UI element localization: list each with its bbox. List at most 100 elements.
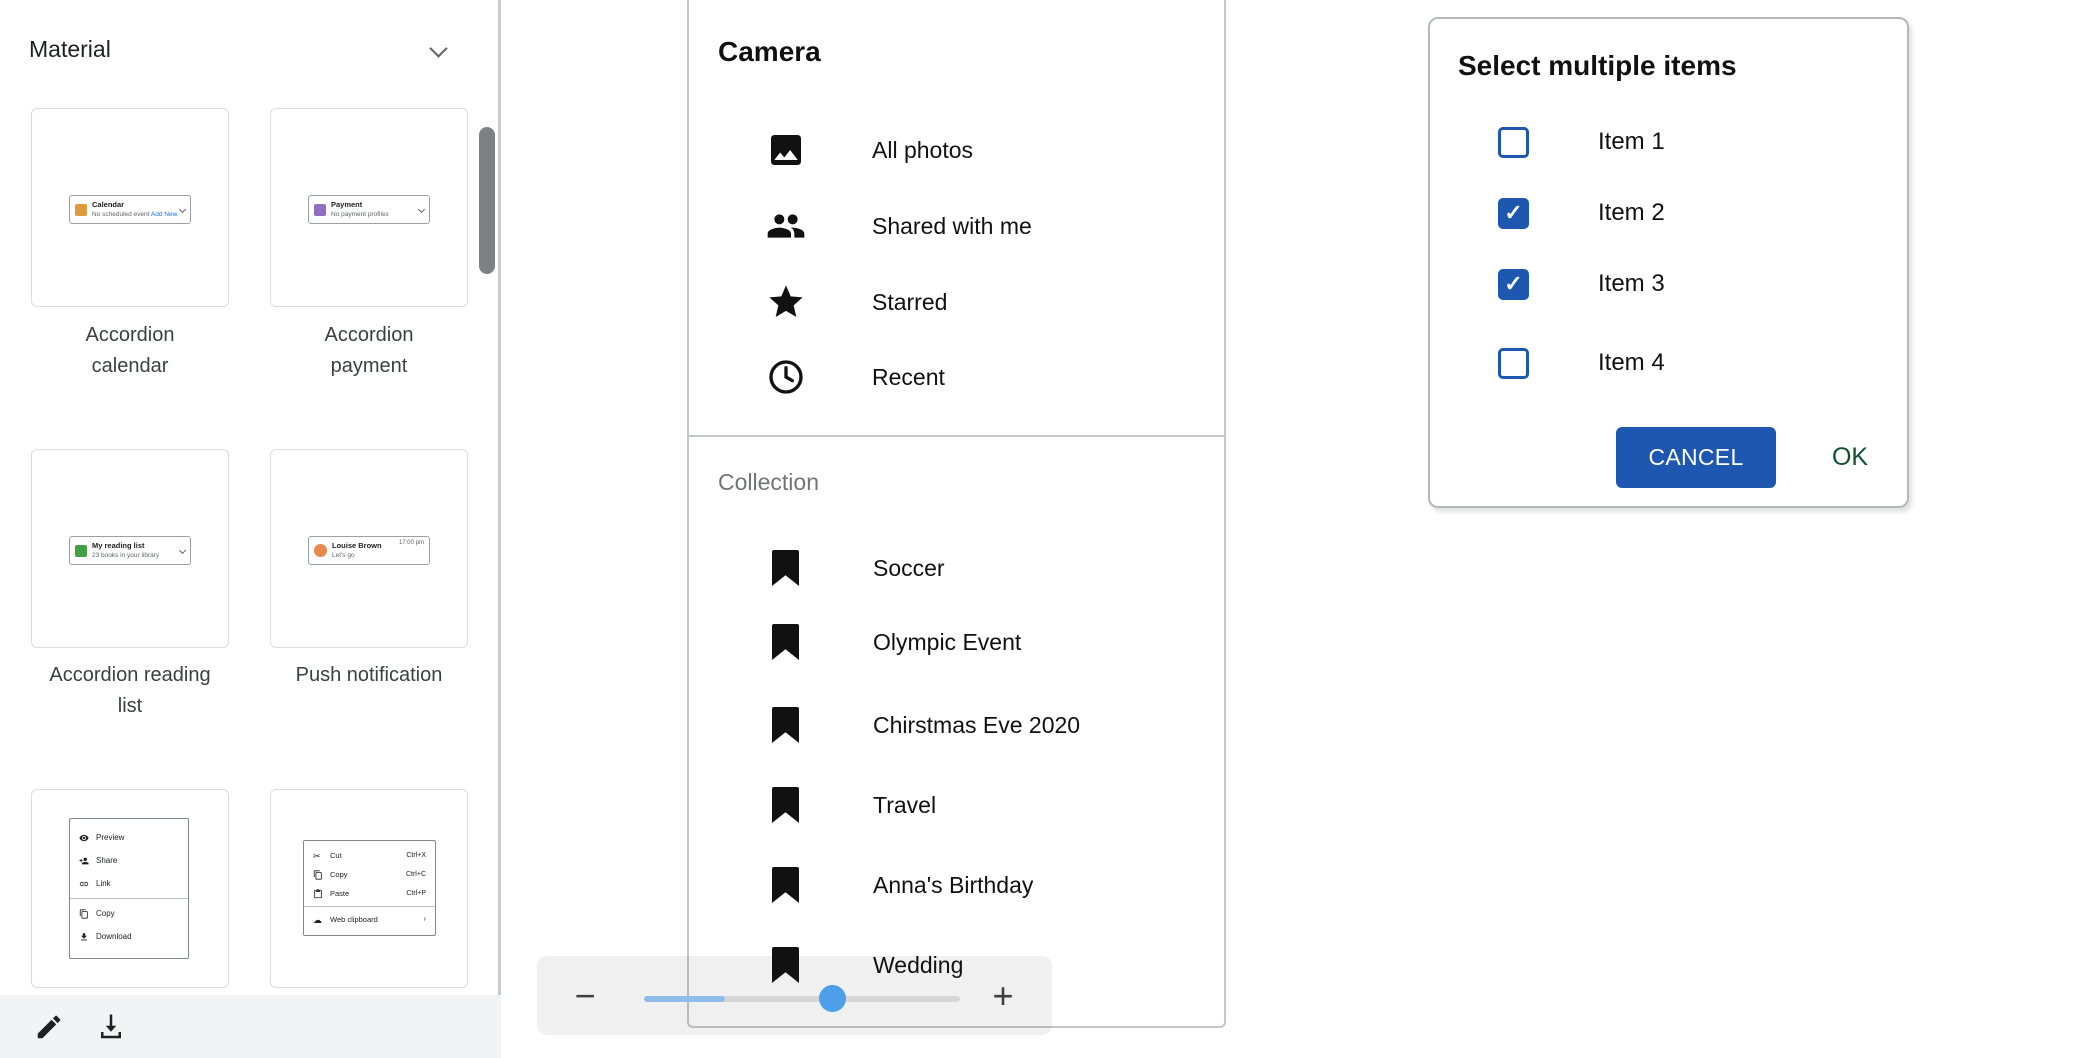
library-card-context-menu-clipboard[interactable]: ✂ Cut Ctrl+X Copy Ctrl+C Paste Ctrl+P ☁	[270, 789, 468, 988]
mini-subtitle: Let's go	[332, 551, 382, 560]
bookmark-icon	[772, 787, 799, 823]
library-card-context-menu-share[interactable]: Preview Share Link Copy Download	[31, 789, 229, 988]
menu-item-cut: ✂ Cut Ctrl+X	[304, 846, 435, 865]
select-items-dialog[interactable]: Select multiple items ✓ Item 1 ✓ Item 2 …	[1428, 17, 1909, 508]
checkbox-icon[interactable]: ✓	[1498, 198, 1529, 229]
camera-wireframe-panel[interactable]: Camera All photos Shared with me Starred…	[687, 0, 1226, 1028]
copy-icon	[313, 870, 323, 880]
checkbox-row-item-1[interactable]: ✓ Item 1	[1498, 122, 1665, 162]
zoom-slider-track[interactable]	[644, 996, 960, 1002]
bookmark-icon	[772, 707, 799, 743]
book-icon	[75, 545, 87, 557]
zoom-slider-fill	[644, 996, 725, 1002]
library-card-accordion-payment[interactable]: Payment No payment profiles	[270, 108, 468, 307]
mini-title: My reading list	[92, 541, 159, 551]
cloud-icon: ☁	[313, 915, 323, 925]
scissors-icon: ✂	[313, 851, 323, 861]
zoom-slider-handle[interactable]	[819, 985, 846, 1012]
accordion-calendar-preview: Calendar No scheduled event Add New	[69, 195, 191, 224]
card-caption: Push notification	[270, 660, 468, 691]
payment-icon	[314, 204, 326, 216]
ok-button[interactable]: OK	[1810, 427, 1890, 488]
chevron-down-icon	[179, 547, 186, 554]
avatar	[314, 544, 327, 557]
bookmark-icon	[772, 867, 799, 903]
mini-title: Louise Brown	[332, 541, 382, 551]
checkbox-row-item-4[interactable]: ✓ Item 4	[1498, 343, 1665, 383]
library-card-push-notification[interactable]: Louise Brown Let's go 17:00 pm	[270, 449, 468, 648]
chevron-down-icon	[179, 206, 186, 213]
copy-icon	[79, 909, 89, 919]
collection-item-olympic-event[interactable]: Olympic Event	[689, 618, 1224, 666]
sidebar-scrollbar[interactable]	[479, 127, 495, 274]
pencil-icon	[34, 1012, 64, 1042]
context-menu-preview: Preview Share Link Copy Download	[69, 818, 189, 959]
bookmark-icon	[772, 624, 799, 660]
checkbox-icon[interactable]: ✓	[1498, 127, 1529, 158]
paste-icon	[313, 889, 323, 899]
collection-item-annas-birthday[interactable]: Anna's Birthday	[689, 861, 1224, 909]
collection-item-travel[interactable]: Travel	[689, 781, 1224, 829]
library-section-header[interactable]: Material	[29, 36, 469, 68]
menu-item-share: Share	[70, 849, 188, 872]
menu-item-copy: Copy Ctrl+C	[304, 865, 435, 884]
collection-item-soccer[interactable]: Soccer	[689, 544, 1224, 592]
edit-library-button[interactable]	[32, 1010, 66, 1044]
list-item-all-photos[interactable]: All photos	[689, 124, 1224, 176]
mini-subtitle: 23 books in your library	[92, 551, 159, 560]
menu-item-web-clipboard: ☁ Web clipboard ›	[304, 910, 435, 929]
list-item-starred[interactable]: Starred	[689, 276, 1224, 328]
checkbox-icon[interactable]: ✓	[1498, 348, 1529, 379]
library-card-accordion-reading-list[interactable]: My reading list 23 books in your library	[31, 449, 229, 648]
checkbox-row-item-2[interactable]: ✓ Item 2	[1498, 193, 1665, 233]
dialog-title: Select multiple items	[1458, 50, 1737, 82]
submenu-arrow-icon: ›	[424, 916, 426, 923]
list-item-recent[interactable]: Recent	[689, 351, 1224, 403]
menu-item-paste: Paste Ctrl+P	[304, 884, 435, 903]
library-sidebar: Material Calendar No scheduled event Add…	[0, 0, 501, 1058]
section-divider	[689, 435, 1224, 437]
mini-timestamp: 17:00 pm	[399, 540, 424, 546]
menu-item-download: Download	[70, 925, 188, 948]
clock-icon	[765, 355, 807, 399]
accordion-payment-preview: Payment No payment profiles	[308, 195, 430, 224]
link-icon	[79, 879, 89, 889]
eye-icon	[79, 833, 89, 843]
mini-link: Add New	[151, 211, 177, 218]
checkbox-icon[interactable]: ✓	[1498, 269, 1529, 300]
checkbox-row-item-3[interactable]: ✓ Item 3	[1498, 264, 1665, 304]
menu-item-preview: Preview	[70, 826, 188, 849]
collection-item-christmas-eve[interactable]: Chirstmas Eve 2020	[689, 701, 1224, 749]
library-card-accordion-calendar[interactable]: Calendar No scheduled event Add New	[31, 108, 229, 307]
download-icon	[79, 932, 89, 942]
check-icon: ✓	[1504, 202, 1522, 224]
collection-item-wedding[interactable]: Wedding	[689, 941, 1224, 989]
check-icon: ✓	[1504, 273, 1522, 295]
card-caption: Accordion payment	[270, 320, 468, 382]
app-root: Material Calendar No scheduled event Add…	[0, 0, 2094, 1058]
card-caption: Accordion reading list	[31, 660, 229, 722]
chevron-down-icon[interactable]	[429, 39, 447, 57]
star-icon	[765, 280, 807, 324]
menu-item-copy: Copy	[70, 902, 188, 925]
mini-subtitle: No payment profiles	[331, 210, 389, 219]
person-add-icon	[79, 856, 89, 866]
section-title: Material	[29, 36, 111, 62]
chevron-down-icon	[418, 206, 425, 213]
list-item-shared-with-me[interactable]: Shared with me	[689, 200, 1224, 252]
sidebar-toolbar	[0, 995, 501, 1058]
calendar-icon	[75, 204, 87, 216]
mini-title: Payment	[331, 200, 389, 210]
context-menu-preview: ✂ Cut Ctrl+X Copy Ctrl+C Paste Ctrl+P ☁	[303, 840, 436, 936]
mini-title: Calendar	[92, 200, 177, 210]
cancel-button[interactable]: CANCEL	[1616, 427, 1776, 488]
collection-section-title: Collection	[718, 469, 819, 496]
export-library-button[interactable]	[94, 1010, 128, 1044]
push-notification-preview: Louise Brown Let's go 17:00 pm	[308, 536, 430, 565]
people-icon	[765, 204, 807, 248]
menu-divider	[70, 898, 188, 899]
zoom-out-button[interactable]: −	[565, 956, 605, 1035]
download-tray-icon	[96, 1012, 126, 1042]
mini-subtitle: No scheduled event	[92, 211, 149, 218]
bookmark-icon	[772, 947, 799, 983]
